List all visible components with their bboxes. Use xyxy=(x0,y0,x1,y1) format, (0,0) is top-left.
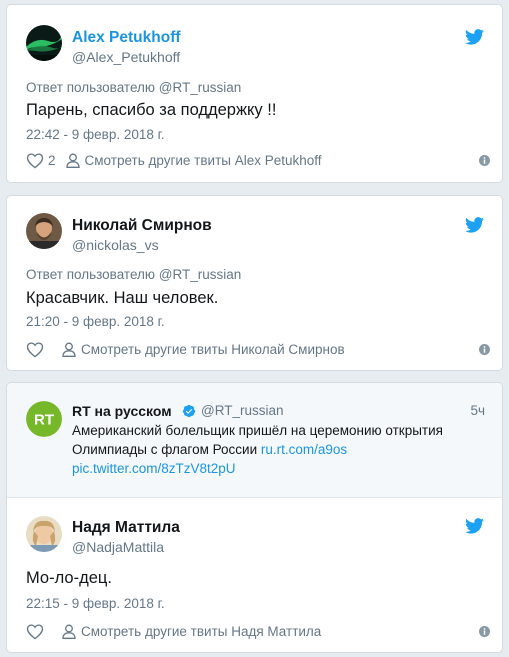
heart-icon[interactable] xyxy=(26,341,44,358)
author-name[interactable]: Николай Смирнов xyxy=(72,216,212,235)
info-icon[interactable] xyxy=(479,625,490,637)
tweet-card: RT RT на русском @RT_russian 5ч Американ… xyxy=(6,382,503,653)
quoted-tweet[interactable]: RT RT на русском @RT_russian 5ч Американ… xyxy=(7,383,502,498)
quoted-text: Олимпиады с флагом России xyxy=(72,442,261,457)
view-more-tweets-link[interactable]: Смотреть другие твиты Николай Смирнов xyxy=(81,342,345,357)
tweet-date[interactable]: 21:20 - 9 февр. 2018 г. xyxy=(26,314,165,329)
twitter-bird-icon[interactable] xyxy=(465,217,484,233)
tweet-card: Alex Petukhoff @Alex_Petukhoff Ответ пол… xyxy=(6,4,503,183)
tweet-actions: Смотреть другие твиты Николай Смирнов xyxy=(26,339,490,359)
author-handle[interactable]: @nickolas_vs xyxy=(72,237,159,254)
view-more-tweets-link[interactable]: Смотреть другие твиты Alex Petukhoff xyxy=(85,153,322,168)
tweet-card: Николай Смирнов @nickolas_vs Ответ польз… xyxy=(6,195,503,371)
like-count: 2 xyxy=(48,152,56,168)
reply-to-label: Ответ пользователю @RT_russian xyxy=(26,80,242,95)
person-icon xyxy=(62,624,76,639)
author-handle[interactable]: @NadjaMattila xyxy=(72,539,164,556)
quoted-text-line-2: Олимпиады с флагом России ru.rt.com/a9os xyxy=(72,440,347,459)
picture-link[interactable]: pic.twitter.com/8zTzV8t2pU xyxy=(72,459,236,478)
quoted-author-name[interactable]: RT на русском xyxy=(72,403,172,419)
view-more-tweets-link[interactable]: Смотреть другие твиты Надя Маттила xyxy=(81,624,321,639)
quoted-time[interactable]: 5ч xyxy=(470,403,485,418)
twitter-bird-icon[interactable] xyxy=(465,518,484,534)
tweet-date[interactable]: 22:42 - 9 февр. 2018 г. xyxy=(26,127,165,142)
tweet-text: Красавчик. Наш человек. xyxy=(26,289,219,307)
author-handle[interactable]: @Alex_Petukhoff xyxy=(72,49,180,66)
author-name[interactable]: Alex Petukhoff xyxy=(72,28,181,47)
tweet-date[interactable]: 22:15 - 9 февр. 2018 г. xyxy=(26,596,165,611)
twitter-bird-icon[interactable] xyxy=(465,29,484,45)
avatar[interactable] xyxy=(26,213,62,249)
info-icon[interactable] xyxy=(479,343,490,355)
tweet-actions: 2 Смотреть другие твиты Alex Petukhoff xyxy=(26,150,490,170)
avatar[interactable] xyxy=(26,516,62,552)
verified-badge-icon xyxy=(182,404,196,418)
tweet-text: Парень, спасибо за поддержку !! xyxy=(26,101,277,119)
heart-icon[interactable] xyxy=(26,152,44,169)
tweet-text: Мо-ло-дец. xyxy=(26,569,112,587)
reply-to-label: Ответ пользователю @RT_russian xyxy=(26,267,242,282)
quoted-author-handle[interactable]: @RT_russian xyxy=(201,403,283,418)
info-icon[interactable] xyxy=(479,154,490,166)
person-icon xyxy=(65,153,80,168)
tweet-actions: Смотреть другие твиты Надя Маттила xyxy=(26,621,490,641)
svg-text:RT: RT xyxy=(34,412,54,429)
avatar[interactable] xyxy=(26,25,62,61)
heart-icon[interactable] xyxy=(26,623,44,640)
person-icon xyxy=(62,342,76,357)
article-link[interactable]: ru.rt.com/a9os xyxy=(261,442,347,457)
rt-logo-avatar[interactable]: RT xyxy=(26,401,62,437)
author-name[interactable]: Надя Маттила xyxy=(72,518,180,537)
quoted-text-line-1: Американский болельщик пришёл на церемон… xyxy=(72,423,443,438)
